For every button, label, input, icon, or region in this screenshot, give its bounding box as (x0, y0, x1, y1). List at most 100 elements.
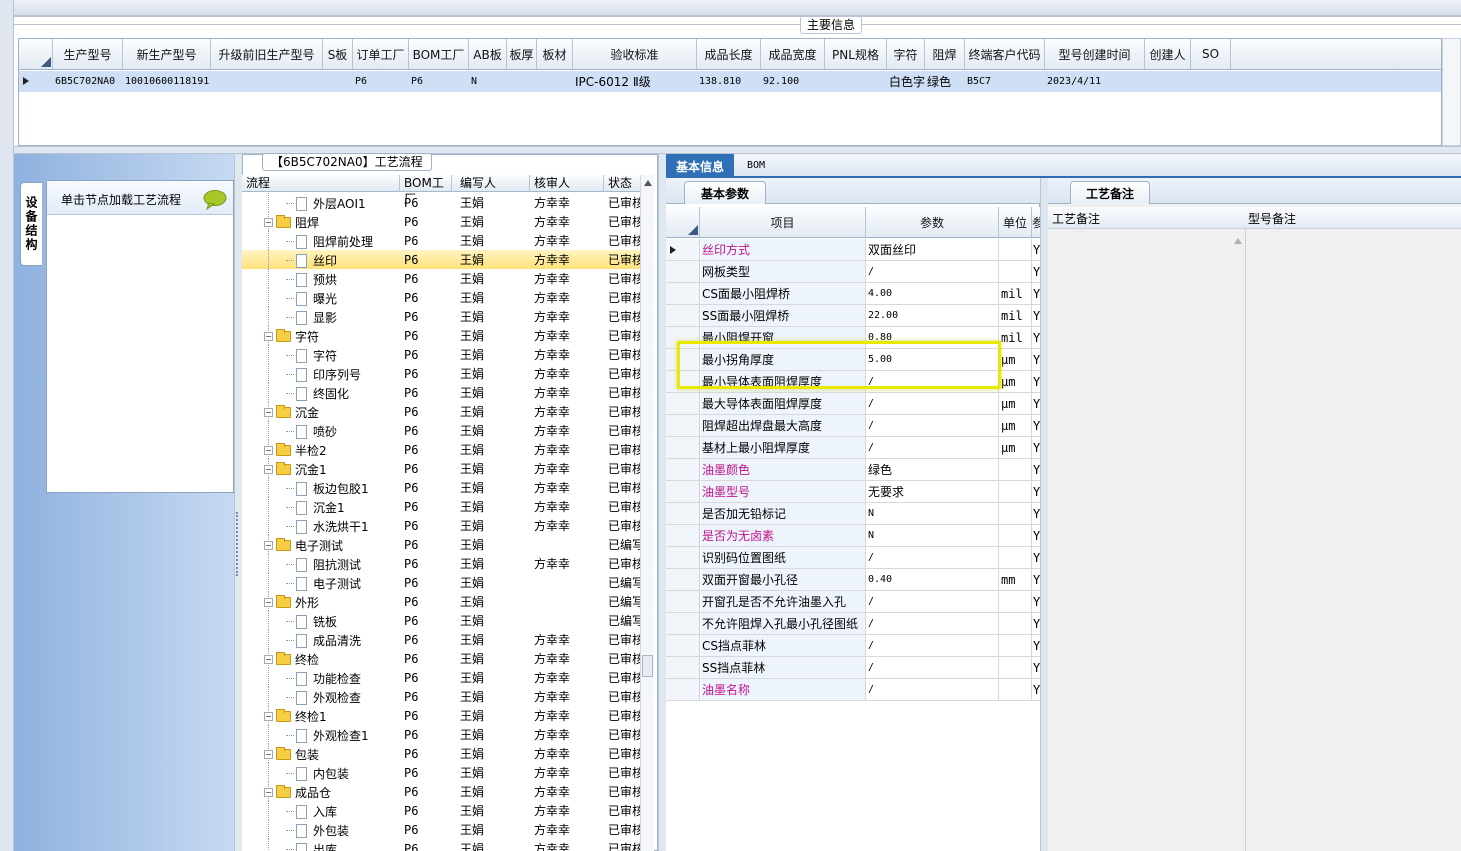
process-tree[interactable]: 流程 BOM工厂 编写人 核审人 状态 外层AOI1 P6 王娟 方幸幸 已审核 − 阻焊 P6 王娟方… (242, 175, 652, 851)
tree-row[interactable]: − 终检1 P6 王娟 方幸幸 已审核 (242, 706, 652, 725)
main-col-16[interactable]: 型号创建时间 (1045, 39, 1145, 69)
tree-row[interactable]: 铣板 P6 王娟 已编写 (242, 611, 652, 630)
param-value[interactable]: / (867, 679, 999, 700)
collapse-toggle-icon[interactable]: − (264, 465, 273, 474)
collapse-toggle-icon[interactable]: − (264, 598, 273, 607)
param-value[interactable]: N (867, 525, 999, 546)
params-col-value[interactable]: 参数 (866, 207, 999, 237)
param-row[interactable]: CS面最小阻焊桥 4.00 mil Y (666, 283, 1040, 305)
param-value[interactable]: N (867, 503, 999, 524)
main-col-17[interactable]: 创建人 (1145, 39, 1191, 69)
collapse-toggle-icon[interactable]: − (264, 332, 273, 341)
collapse-toggle-icon[interactable]: − (264, 750, 273, 759)
tree-row[interactable]: 外观检查1 P6 王娟 方幸幸 已审核 (242, 725, 652, 744)
main-cell-5[interactable]: P6 (411, 71, 469, 91)
tree-row[interactable]: − 电子测试 P6 王娟 已编写 (242, 535, 652, 554)
param-value[interactable]: 4.00 (867, 283, 999, 304)
process-remarks-field[interactable] (1048, 229, 1246, 851)
param-value[interactable]: 0.40 (867, 569, 999, 590)
main-col-14[interactable]: 阻焊 (925, 39, 965, 69)
main-col-15[interactable]: 终端客户代码 (965, 39, 1045, 69)
tree-row[interactable]: − 外形 P6 王娟 已编写 (242, 592, 652, 611)
tab-basic-info[interactable]: 基本信息 (666, 154, 734, 178)
tree-row[interactable]: 外包装 P6 王娟 方幸幸 已审核 (242, 820, 652, 839)
tab-basic-params[interactable]: 基本参数 (684, 181, 766, 204)
param-value[interactable]: / (867, 591, 999, 612)
tree-row[interactable]: − 成品仓 P6 王娟 方幸幸 已审核 (242, 782, 652, 801)
param-row[interactable]: 阻焊超出焊盘最大高度 / μm Y (666, 415, 1040, 437)
tree-row[interactable]: − 包装 P6 王娟 方幸幸 已审核 (242, 744, 652, 763)
main-col-13[interactable]: 字符 (887, 39, 925, 69)
tree-row[interactable]: 终固化 P6 王娟 方幸幸 已审核 (242, 383, 652, 402)
main-cell-17[interactable] (1147, 71, 1191, 91)
tree-row[interactable]: 沉金1 P6 王娟 方幸幸 已审核 (242, 497, 652, 516)
remarks-scroll-up-icon[interactable] (1234, 238, 1242, 244)
param-row[interactable]: 识别码位置图纸 / Y (666, 547, 1040, 569)
param-value[interactable]: / (867, 613, 999, 634)
tree-row[interactable]: 电子测试 P6 王娟 已编写 (242, 573, 652, 592)
main-cell-11[interactable]: 92.100 (763, 71, 825, 91)
main-cell-7[interactable] (509, 71, 537, 91)
main-cell-12[interactable] (827, 71, 887, 91)
param-value[interactable]: / (867, 635, 999, 656)
param-row[interactable]: SS面最小阻焊桥 22.00 mil Y (666, 305, 1040, 327)
param-row[interactable]: 是否为无卤素 N Y (666, 525, 1040, 547)
model-remarks-column[interactable]: 型号备注 (1248, 210, 1296, 227)
tree-row[interactable]: 预烘 P6 王娟 方幸幸 已审核 (242, 269, 652, 288)
param-value[interactable]: 无要求 (867, 481, 999, 502)
collapse-toggle-icon[interactable]: − (264, 655, 273, 664)
main-cell-10[interactable]: 138.810 (699, 71, 761, 91)
main-col-3[interactable]: S板 (323, 39, 353, 69)
main-cell-13[interactable]: 白色字符 (889, 71, 925, 91)
main-col-7[interactable]: 板厚 (507, 39, 537, 69)
main-col-2[interactable]: 升级前旧生产型号 (211, 39, 323, 69)
param-row[interactable]: 不允许阻焊入孔最小孔径图纸 / Y (666, 613, 1040, 635)
main-cell-4[interactable]: P6 (355, 71, 409, 91)
tree-row[interactable]: 字符 P6 王娟 方幸幸 已审核 (242, 345, 652, 364)
tree-col-1[interactable]: BOM工厂 (400, 175, 452, 206)
tree-row[interactable]: − 沉金 P6 王娟 方幸幸 已审核 (242, 402, 652, 421)
speech-bubble-icon[interactable] (203, 190, 227, 210)
main-col-8[interactable]: 板材 (537, 39, 573, 69)
main-col-5[interactable]: BOM工厂 (409, 39, 469, 69)
params-col-extra[interactable]: 参 (1032, 207, 1040, 237)
main-cell-9[interactable]: IPC-6012 Ⅱ级 (575, 71, 697, 91)
param-value[interactable]: / (867, 547, 999, 568)
main-col-6[interactable]: AB板 (469, 39, 507, 69)
tree-row[interactable]: 出库 P6 王娟 方幸幸 已审核 (242, 839, 652, 851)
tree-row[interactable]: 外层AOI1 P6 王娟 方幸幸 已审核 (242, 193, 652, 212)
tree-row[interactable]: 成品清洗 P6 王娟 方幸幸 已审核 (242, 630, 652, 649)
main-cell-15[interactable]: B5C7 (967, 71, 1045, 91)
tree-row[interactable]: − 终检 P6 王娟 方幸幸 已审核 (242, 649, 652, 668)
tree-row[interactable]: 阻焊前处理 P6 王娟 方幸幸 已审核 (242, 231, 652, 250)
scroll-up-arrow-icon[interactable] (644, 180, 652, 186)
horizontal-splitter[interactable] (14, 146, 1461, 154)
tree-row[interactable]: 喷砂 P6 王娟 方幸幸 已审核 (242, 421, 652, 440)
param-value[interactable]: 绿色 (867, 459, 999, 480)
right-splitter[interactable] (1040, 178, 1048, 851)
middle-splitter[interactable] (658, 154, 666, 851)
param-value[interactable]: / (867, 261, 999, 282)
tree-scrollbar[interactable] (640, 175, 654, 851)
process-remarks-column[interactable]: 工艺备注 (1052, 210, 1100, 227)
scroll-thumb[interactable] (642, 655, 653, 677)
param-row[interactable]: 油墨型号 无要求 Y (666, 481, 1040, 503)
param-value[interactable]: / (867, 415, 999, 436)
tree-row[interactable]: 曝光 P6 王娟 方幸幸 已审核 (242, 288, 652, 307)
tree-row[interactable]: 阻抗测试 P6 王娟 方幸幸 已审核 (242, 554, 652, 573)
param-row[interactable]: 是否加无铅标记 N Y (666, 503, 1040, 525)
param-value[interactable]: / (867, 657, 999, 678)
main-col-9[interactable]: 验收标准 (573, 39, 697, 69)
tree-row[interactable]: 入库 P6 王娟 方幸幸 已审核 (242, 801, 652, 820)
main-col-0[interactable]: 生产型号 (53, 39, 123, 69)
main-cell-2[interactable] (213, 71, 323, 91)
main-col-11[interactable]: 成品宽度 (761, 39, 825, 69)
tab-process-remarks[interactable]: 工艺备注 (1070, 181, 1150, 204)
tree-row[interactable]: 功能检查 P6 王娟 方幸幸 已审核 (242, 668, 652, 687)
tree-row[interactable]: − 半检2 P6 王娟 方幸幸 已审核 (242, 440, 652, 459)
main-cell-18[interactable] (1193, 71, 1231, 91)
tree-row[interactable]: 印序列号 P6 王娟 方幸幸 已审核 (242, 364, 652, 383)
collapse-toggle-icon[interactable]: − (264, 712, 273, 721)
param-row[interactable]: 油墨颜色 绿色 Y (666, 459, 1040, 481)
main-cell-8[interactable] (539, 71, 573, 91)
